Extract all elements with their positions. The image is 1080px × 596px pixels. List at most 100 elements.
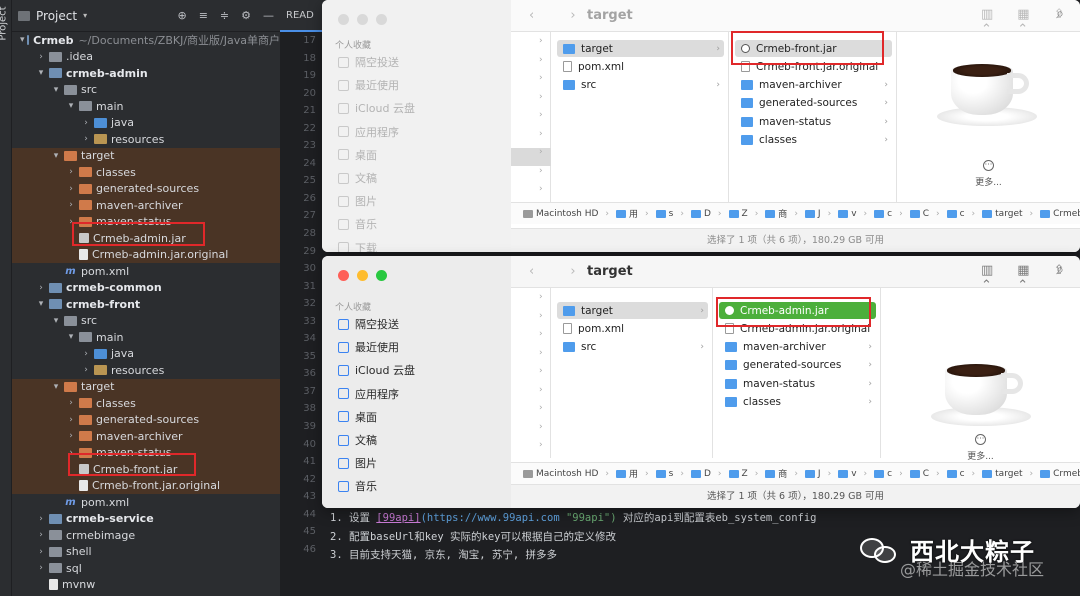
sidebar-item[interactable]: iCloud 云盘 xyxy=(338,99,415,117)
tree-row[interactable]: › resources xyxy=(12,131,280,148)
chevron-icon[interactable]: ▾ xyxy=(50,316,62,326)
chevron-icon[interactable]: › xyxy=(65,184,77,194)
sidebar-item[interactable]: 文稿 xyxy=(338,169,377,187)
tree-row[interactable]: › maven-archiver xyxy=(12,428,280,445)
tree-row[interactable]: › generated-sources xyxy=(12,411,280,428)
file-entry[interactable]: generated-sources › xyxy=(735,95,892,112)
panel-tool-icon[interactable]: ⊕ xyxy=(177,9,186,22)
panel-tool-icon[interactable]: ⚙ xyxy=(241,9,251,22)
minimize-button[interactable] xyxy=(357,270,368,281)
column-parent[interactable]: › › › › › › › › › xyxy=(511,288,551,458)
sidebar-item[interactable]: 桌面 xyxy=(338,146,377,164)
tree-row[interactable]: › crmeb-common xyxy=(12,280,280,297)
project-panel-title[interactable]: Project xyxy=(36,9,77,23)
tree-row[interactable]: ▾ Crmeb ~/Documents/ZBKJ/商业版/Java单商户 xyxy=(12,32,280,49)
tool-window-strip[interactable]: Project xyxy=(0,0,12,596)
path-segment[interactable]: 用 xyxy=(616,467,638,480)
chevron-icon[interactable]: › xyxy=(80,118,92,128)
close-button[interactable] xyxy=(338,14,349,25)
sidebar-item[interactable]: 隔空投送 xyxy=(338,315,399,333)
path-segment[interactable]: Macintosh HD xyxy=(523,469,598,479)
chevron-icon[interactable]: › xyxy=(80,365,92,375)
tree-row[interactable]: ▾ main xyxy=(12,98,280,115)
close-button[interactable] xyxy=(338,270,349,281)
file-entry[interactable]: Crmeb-front.jar xyxy=(735,40,892,57)
chevron-icon[interactable]: › xyxy=(35,514,47,524)
more-button[interactable]: ··· 更多... xyxy=(951,434,1011,462)
path-segment[interactable]: J xyxy=(804,209,821,219)
chevron-icon[interactable]: ▾ xyxy=(35,68,47,78)
path-segment[interactable]: Z xyxy=(728,469,748,479)
tree-row[interactable]: ▾ crmeb-admin xyxy=(12,65,280,82)
tree-row[interactable]: › sql xyxy=(12,560,280,577)
chevron-icon[interactable]: ▾ xyxy=(35,299,47,309)
file-entry[interactable]: maven-archiver › xyxy=(719,339,876,356)
path-segment[interactable]: 商 xyxy=(765,467,787,480)
file-entry[interactable]: src › xyxy=(557,339,708,356)
panel-tool-icon[interactable]: — xyxy=(263,9,274,22)
path-segment[interactable]: J xyxy=(804,469,821,479)
back-forward-buttons[interactable]: ‹ › xyxy=(529,8,592,23)
tree-row[interactable]: › java xyxy=(12,115,280,132)
sidebar-item[interactable]: 音乐 xyxy=(338,215,377,233)
tree-row[interactable]: › classes xyxy=(12,164,280,181)
chevron-icon[interactable]: › xyxy=(65,431,77,441)
sidebar-item[interactable]: 图片 xyxy=(338,454,377,472)
chevron-icon[interactable]: › xyxy=(65,200,77,210)
editor-code[interactable]: 1. 设置 [99api](https://www.99api.com "99a… xyxy=(330,509,816,565)
tree-row[interactable]: › crmeb-service xyxy=(12,511,280,528)
path-segment[interactable]: C xyxy=(909,209,929,219)
zoom-button[interactable] xyxy=(376,270,387,281)
tree-row[interactable]: ▾ main xyxy=(12,329,280,346)
tree-row[interactable]: Crmeb-front.jar xyxy=(12,461,280,478)
tree-row[interactable]: Crmeb-admin.jar.original xyxy=(12,246,280,263)
search-icon[interactable]: ⌕ xyxy=(1056,6,1064,22)
column-col2[interactable]: target › pom.xml src › xyxy=(551,288,713,458)
file-entry[interactable]: classes › xyxy=(735,132,892,149)
chevron-icon[interactable]: › xyxy=(80,134,92,144)
sidebar-item[interactable]: 最近使用 xyxy=(338,76,399,94)
chevron-icon[interactable]: › xyxy=(35,530,47,540)
path-segment[interactable]: Z xyxy=(728,209,748,219)
path-segment[interactable]: v xyxy=(838,209,857,219)
chevron-icon[interactable]: › xyxy=(65,415,77,425)
chevron-icon[interactable]: ▾ xyxy=(65,332,77,342)
file-entry[interactable]: maven-status › xyxy=(719,375,876,392)
file-entry[interactable]: generated-sources › xyxy=(719,357,876,374)
panel-tool-icon[interactable]: ≑ xyxy=(220,9,229,22)
minimize-button[interactable] xyxy=(357,14,368,25)
path-segment[interactable]: c xyxy=(874,209,892,219)
tree-row[interactable]: ▾ crmeb-front xyxy=(12,296,280,313)
file-entry[interactable]: pom.xml xyxy=(557,320,708,337)
file-entry[interactable]: Crmeb-admin.jar.original xyxy=(719,320,876,337)
tree-row[interactable]: › generated-sources xyxy=(12,180,280,197)
file-entry[interactable]: classes › xyxy=(719,394,876,411)
path-segment[interactable]: c xyxy=(946,209,965,219)
tree-row[interactable]: Crmeb-admin.jar xyxy=(12,230,280,247)
tree-row[interactable]: › maven-archiver xyxy=(12,197,280,214)
search-icon[interactable]: ⌕ xyxy=(1056,262,1064,278)
tree-row[interactable]: › maven-status xyxy=(12,444,280,461)
sidebar-item[interactable]: iCloud 云盘 xyxy=(338,361,415,379)
file-entry[interactable]: maven-archiver › xyxy=(735,77,892,94)
chevron-icon[interactable]: ▾ xyxy=(20,35,25,45)
chevron-icon[interactable]: › xyxy=(65,448,77,458)
tree-row[interactable]: › shell xyxy=(12,544,280,561)
tree-row[interactable]: ▾ target xyxy=(12,147,280,164)
sidebar-item[interactable]: 图片 xyxy=(338,192,377,210)
code-line[interactable]: 3. 目前支持天猫, 京东, 淘宝, 苏宁, 拼多多 xyxy=(330,546,816,565)
tree-row[interactable]: › .idea xyxy=(12,49,280,66)
tree-row[interactable]: m pom.xml xyxy=(12,494,280,511)
sidebar-item[interactable]: 文稿 xyxy=(338,431,377,449)
tree-row[interactable]: ▾ target xyxy=(12,378,280,395)
tree-row[interactable]: › resources xyxy=(12,362,280,379)
chevron-icon[interactable]: › xyxy=(65,167,77,177)
path-segment[interactable]: s xyxy=(655,469,673,479)
back-forward-buttons[interactable]: ‹ › xyxy=(529,264,592,279)
file-entry[interactable]: Crmeb-admin.jar xyxy=(719,302,876,319)
column-col3[interactable]: Crmeb-front.jar Crmeb-front.jar.original m… xyxy=(729,32,897,202)
tree-row[interactable]: ▾ src xyxy=(12,82,280,99)
path-segment[interactable]: D xyxy=(690,469,711,479)
chevron-icon[interactable]: › xyxy=(35,283,47,293)
chevron-icon[interactable]: › xyxy=(35,547,47,557)
